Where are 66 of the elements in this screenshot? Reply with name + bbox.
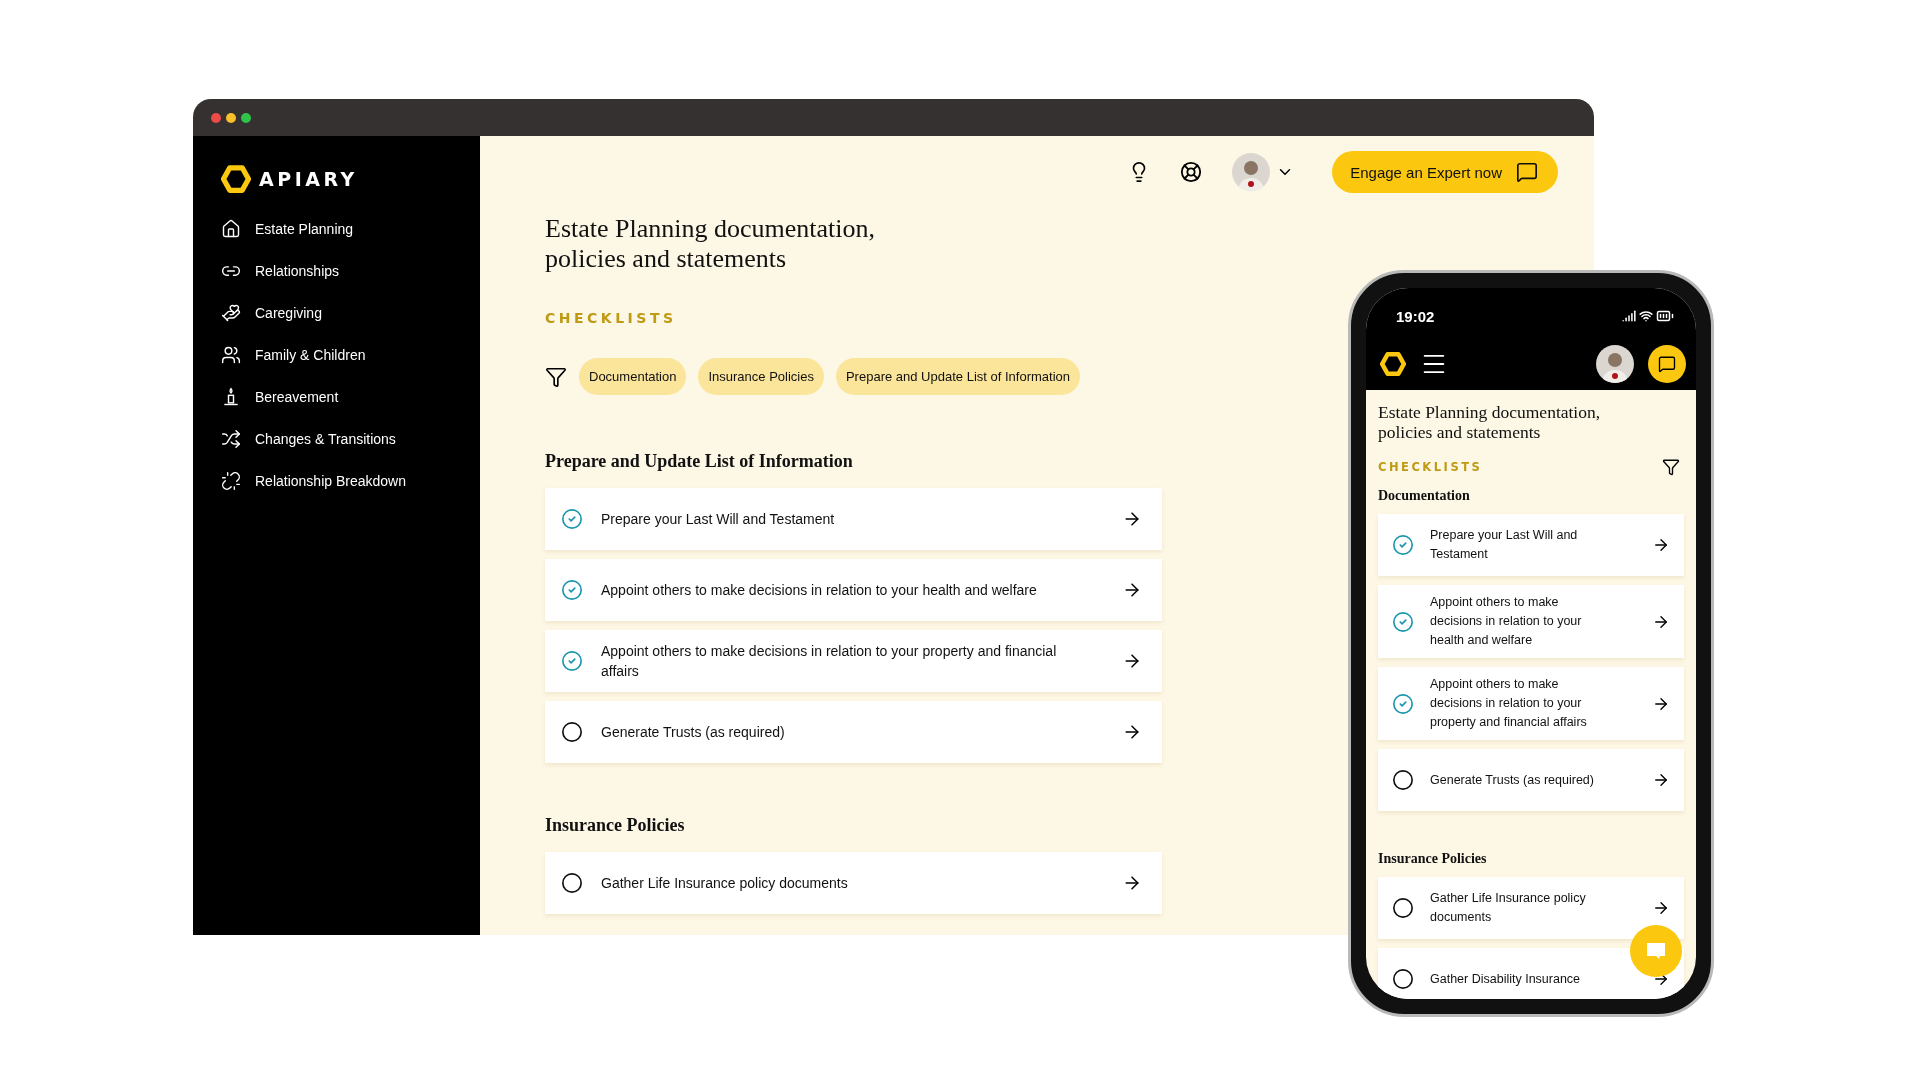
section-heading: Documentation bbox=[1378, 488, 1470, 504]
filter-chip[interactable]: Documentation bbox=[579, 358, 687, 395]
lifebuoy-button[interactable] bbox=[1180, 161, 1203, 183]
filter-chip[interactable]: Insurance Policies bbox=[698, 358, 824, 395]
checklist-card[interactable]: Generate Trusts (as required) bbox=[1378, 749, 1684, 811]
sidebar-item[interactable]: Caregiving bbox=[221, 292, 480, 334]
filter-chip[interactable]: Prepare and Update List of Information bbox=[835, 358, 1080, 395]
chat-icon bbox=[1658, 355, 1676, 373]
broken-link-icon bbox=[221, 471, 241, 491]
checklist-text: Appoint others to make decisions in relation to your property and financial affairs bbox=[601, 642, 1058, 681]
sidebar-item[interactable]: Relationship Breakdown bbox=[221, 460, 480, 502]
sidebar-item[interactable]: Estate Planning bbox=[221, 208, 480, 250]
filter-icon[interactable] bbox=[545, 365, 567, 388]
checklist-text: Gather Disability Insurance bbox=[1430, 970, 1582, 988]
checklist-text: Appoint others to make decisions in relation to your health and welfare bbox=[1430, 594, 1583, 649]
checklist-text: Appoint others to make decisions in relation to your property and financial affairs bbox=[1430, 676, 1588, 731]
checklist-card[interactable]: Gather Life Insurance policy documents bbox=[1378, 877, 1684, 939]
section-label: CHECKLISTS bbox=[545, 310, 677, 326]
filter-icon[interactable] bbox=[1662, 458, 1680, 476]
page-title: Estate Planning documentation, policies and statements bbox=[1378, 402, 1602, 442]
checklist-card[interactable]: Appoint others to make decisions in relation to your health and welfare bbox=[545, 559, 1162, 621]
close-dot-icon[interactable] bbox=[211, 112, 221, 123]
checklist-card[interactable]: Appoint others to make decisions in relation to your health and welfare bbox=[1378, 585, 1684, 658]
maximize-dot-icon[interactable] bbox=[241, 112, 251, 123]
chat-button[interactable] bbox=[1648, 345, 1686, 383]
candle-icon bbox=[221, 387, 241, 407]
checklist-text: Gather Life Insurance policy documents bbox=[601, 874, 849, 893]
checklist-text: Prepare your Last Will and Testament bbox=[1430, 527, 1579, 563]
signal-icon bbox=[1622, 309, 1636, 323]
sidebar-item[interactable]: Changes & Transitions bbox=[221, 418, 480, 460]
checklist-card[interactable]: Appoint others to make decisions in relation to your property and financial affairs bbox=[545, 630, 1162, 692]
sidebar-item[interactable]: Family & Children bbox=[221, 334, 480, 376]
people-icon bbox=[221, 345, 241, 365]
checklist-text: Appoint others to make decisions in relation to your health and welfare bbox=[601, 581, 1038, 600]
arrow-right-icon bbox=[1652, 536, 1670, 554]
checklist-text: Prepare your Last Will and Testament bbox=[601, 510, 836, 529]
hand-heart-icon bbox=[221, 303, 241, 323]
arrow-right-icon bbox=[1652, 899, 1670, 917]
shuffle-icon bbox=[221, 429, 241, 449]
page-title: Estate Planning documentation, policies and statements bbox=[545, 214, 876, 274]
sidebar-item[interactable]: Bereavement bbox=[221, 376, 480, 418]
section-label: CHECKLISTS bbox=[1378, 460, 1483, 474]
checklist-card[interactable]: Prepare your Last Will and Testament bbox=[545, 488, 1162, 550]
sidebar-item[interactable]: Relationships bbox=[221, 250, 480, 292]
section-heading: Insurance Policies bbox=[1378, 851, 1487, 867]
chat-icon bbox=[1516, 161, 1538, 183]
status-time: 19:02 bbox=[1396, 307, 1435, 325]
arrow-right-icon bbox=[1652, 771, 1670, 789]
checklist-card[interactable]: Gather Life Insurance policy documents bbox=[545, 852, 1162, 914]
checklist-card[interactable]: Gather Disability Insurance bbox=[1378, 948, 1684, 999]
hexagon-logo-icon bbox=[1380, 351, 1406, 377]
section-heading: Prepare and Update List of Information bbox=[545, 451, 853, 472]
brand-name: APIARY bbox=[259, 168, 358, 190]
checklist-card[interactable]: Generate Trusts (as required) bbox=[545, 701, 1162, 763]
avatar[interactable] bbox=[1596, 345, 1634, 383]
checklist-text: Generate Trusts (as required) bbox=[601, 723, 786, 742]
minimize-dot-icon[interactable] bbox=[226, 112, 236, 123]
checklist-card[interactable]: Prepare your Last Will and Testament bbox=[1378, 514, 1684, 576]
wifi-icon bbox=[1639, 309, 1653, 323]
checklist-text: Gather Life Insurance policy documents bbox=[1430, 890, 1587, 926]
checklist-text: Generate Trusts (as required) bbox=[1430, 771, 1595, 789]
hexagon-logo-icon bbox=[221, 164, 251, 194]
section-heading: Insurance Policies bbox=[545, 815, 685, 836]
checklist-card[interactable]: Appoint others to make decisions in relation to your property and financial affairs bbox=[1378, 667, 1684, 740]
house-icon bbox=[221, 219, 241, 239]
engage-expert-button[interactable]: Engage an Expert now bbox=[1332, 151, 1558, 193]
